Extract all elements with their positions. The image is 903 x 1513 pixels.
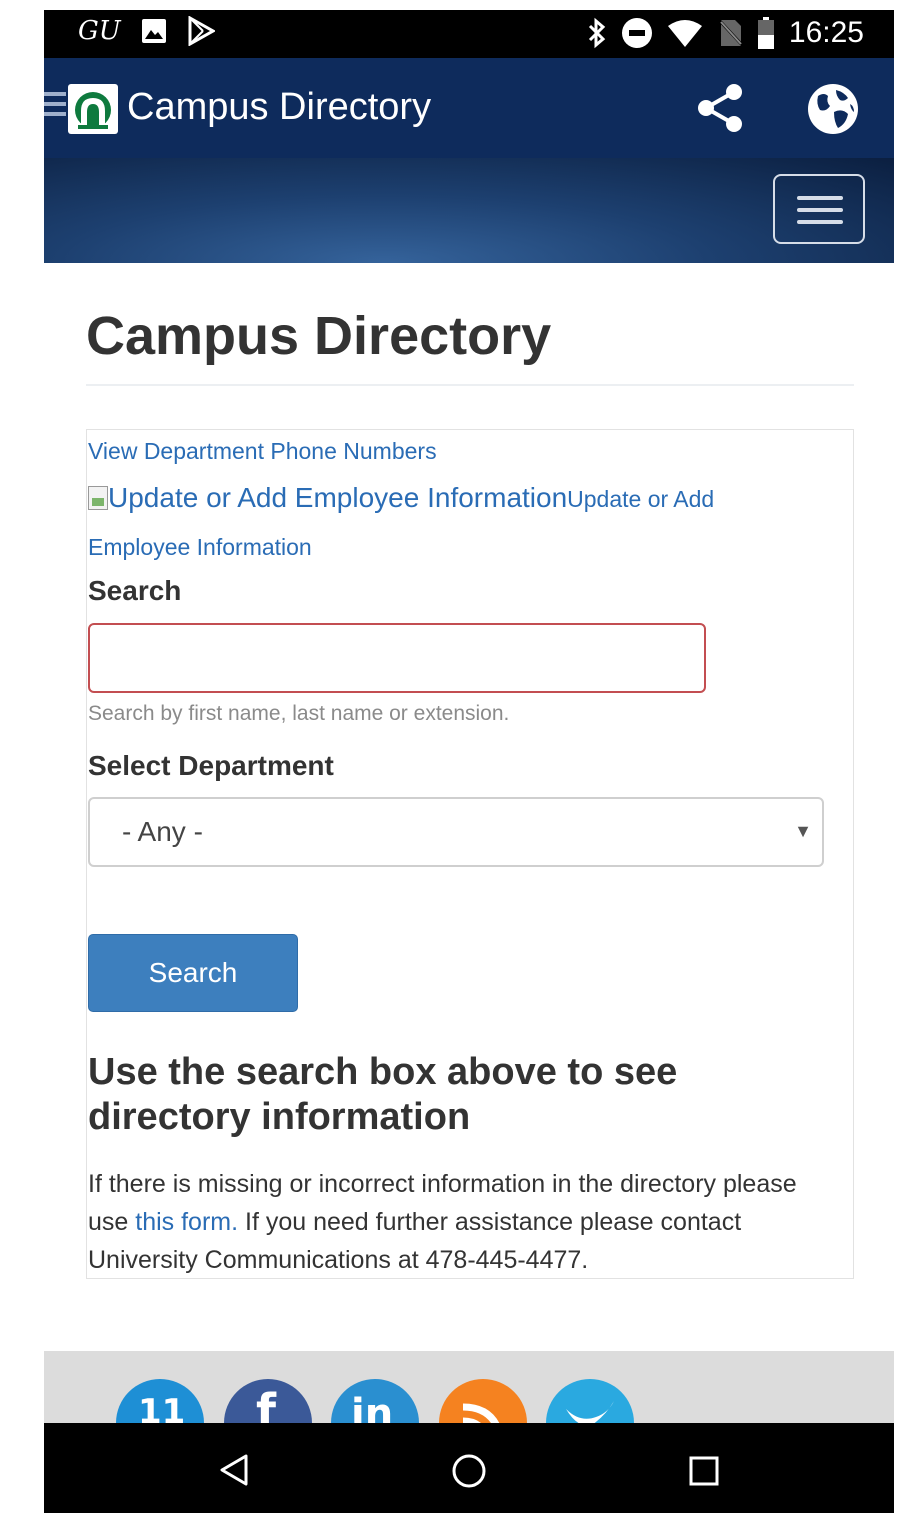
language-button[interactable] [806, 82, 860, 136]
search-help-text: Search by first name, last name or exten… [88, 702, 510, 725]
search-label: Search [88, 575, 182, 606]
app-title: Campus Directory [127, 86, 432, 128]
home-icon[interactable] [451, 1453, 487, 1489]
svg-text:f: f [256, 1384, 277, 1423]
device-screen: GU 16:25 Campus Directory Campus Directo… [44, 10, 894, 1513]
update-employee-link[interactable]: Update or Add Employee InformationUpdate… [88, 476, 788, 573]
page-title: Campus Directory [86, 306, 552, 366]
caret-down-icon: ▼ [794, 821, 812, 841]
no-sim-icon [717, 18, 743, 48]
department-label: Select Department [88, 750, 334, 781]
department-phone-link[interactable]: View Department Phone Numbers [88, 438, 437, 465]
share-icon [698, 84, 742, 132]
menu-icon [797, 196, 843, 200]
do-not-disturb-icon [621, 18, 652, 48]
svg-text:11: 11 [138, 1392, 185, 1423]
broken-image-icon [88, 486, 108, 510]
header-banner [44, 158, 894, 263]
globe-icon [808, 84, 858, 134]
department-select[interactable]: - Any - ▼ [88, 797, 824, 867]
app-bar: Campus Directory [44, 58, 894, 158]
rss-icon[interactable] [439, 1379, 527, 1423]
nav-menu-toggle[interactable] [773, 174, 865, 244]
drawer-icon[interactable] [44, 92, 66, 122]
share-button[interactable] [694, 82, 746, 134]
play-store-icon [188, 16, 215, 46]
battery-icon [757, 17, 774, 49]
update-image-alt: Update or Add Employee Information [108, 482, 568, 513]
recents-icon[interactable] [688, 1455, 720, 1487]
bluetooth-icon [588, 17, 606, 49]
feedback-form-link[interactable]: this form. [135, 1208, 238, 1236]
status-bar: GU 16:25 [44, 10, 894, 58]
search-input[interactable] [88, 623, 706, 693]
carrier-label: GU [78, 16, 121, 46]
directory-panel: View Department Phone Numbers Update or … [86, 429, 854, 1279]
footer: 11 f in [44, 1351, 894, 1423]
linkedin-icon[interactable]: in [331, 1379, 419, 1423]
youtube-icon[interactable]: 11 [116, 1379, 204, 1423]
svg-text:in: in [351, 1391, 393, 1423]
system-nav-bar [44, 1423, 894, 1513]
clock: 16:25 [788, 16, 864, 49]
department-selected-value: - Any - [122, 816, 203, 847]
app-logo [68, 84, 118, 134]
info-paragraph: If there is missing or incorrect informa… [88, 1165, 818, 1279]
twitter-icon[interactable] [546, 1379, 634, 1423]
search-button[interactable]: Search [88, 934, 298, 1012]
wifi-icon [667, 20, 702, 47]
back-icon[interactable] [218, 1453, 250, 1487]
result-heading: Use the search box above to see director… [88, 1051, 678, 1138]
image-icon [141, 19, 166, 43]
divider [86, 384, 854, 386]
facebook-icon[interactable]: f [224, 1379, 312, 1423]
